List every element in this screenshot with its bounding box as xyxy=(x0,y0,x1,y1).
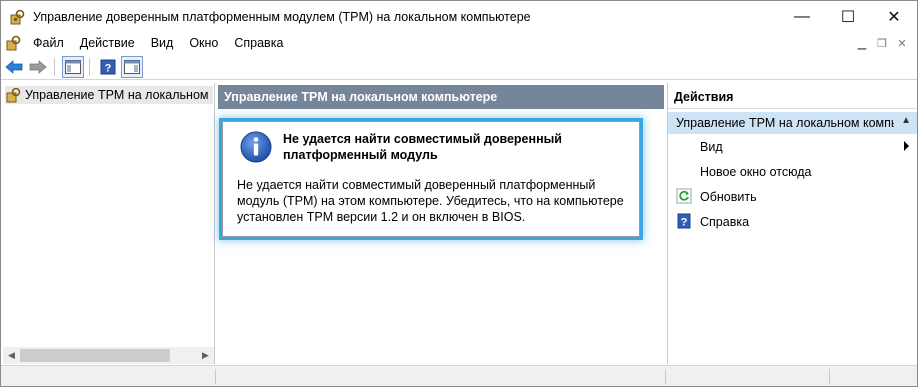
action-view[interactable]: Вид xyxy=(668,134,917,159)
status-separator xyxy=(829,369,830,384)
status-separator xyxy=(665,369,666,384)
menu-window[interactable]: Окно xyxy=(181,32,226,54)
message-title: Не удается найти совместимый доверенный … xyxy=(283,132,562,162)
scroll-right-icon[interactable]: ▶ xyxy=(197,347,214,364)
collapse-up-icon[interactable]: ▲ xyxy=(901,115,911,126)
status-separator xyxy=(215,369,216,384)
tpm-menu-icon[interactable] xyxy=(5,35,21,51)
action-new-window[interactable]: Новое окно отсюда xyxy=(668,159,917,184)
actions-pane: Действия Управление TPM на локальном ком… xyxy=(667,83,917,364)
actions-group-tpm[interactable]: Управление TPM на локальном компьютере ▲ xyxy=(668,112,917,134)
mmc-window: Управление доверенным платформенным моду… xyxy=(0,0,918,387)
submenu-arrow-icon xyxy=(904,141,909,151)
refresh-icon xyxy=(676,188,692,204)
message-body: Не удается найти совместимый доверенный … xyxy=(237,178,624,224)
toolbar-separator xyxy=(54,57,55,76)
back-arrow-icon[interactable] xyxy=(3,56,25,78)
show-hide-action-pane-icon[interactable] xyxy=(121,55,143,78)
actions-header: Действия xyxy=(668,85,917,109)
scroll-thumb[interactable] xyxy=(20,349,170,362)
scroll-left-icon[interactable]: ◀ xyxy=(3,347,20,364)
horizontal-scrollbar[interactable]: ◀ ▶ xyxy=(3,347,214,364)
status-bar xyxy=(1,365,917,386)
toolbar: ? xyxy=(1,54,917,80)
action-refresh-label: Обновить xyxy=(700,189,757,204)
tpm-app-icon xyxy=(10,9,25,24)
menu-help[interactable]: Справка xyxy=(226,32,291,54)
console-tree: Управление TPM на локальном компьютере ◀… xyxy=(3,83,215,364)
actions-group-label: Управление TPM на локальном компьютере xyxy=(676,116,894,130)
tree-node-label: Управление TPM на локальном компьютере xyxy=(25,88,211,102)
action-help[interactable]: ? Справка xyxy=(668,209,917,234)
action-view-label: Вид xyxy=(700,139,723,154)
help-icon[interactable]: ? xyxy=(97,56,119,78)
tree-node-tpm-management[interactable]: Управление TPM на локальном компьютере xyxy=(5,86,213,104)
close-button[interactable]: ✕ xyxy=(871,1,917,32)
info-icon xyxy=(240,131,272,163)
result-pane-header: Управление TPM на локальном компьютере xyxy=(218,85,664,109)
action-refresh[interactable]: Обновить xyxy=(668,184,917,209)
title-bar: Управление доверенным платформенным моду… xyxy=(1,1,917,32)
menu-bar: Файл Действие Вид Окно Справка ▁ ❐ ✕ xyxy=(1,32,917,54)
tpm-error-message-box: Не удается найти совместимый доверенный … xyxy=(222,121,640,237)
forward-arrow-icon[interactable] xyxy=(27,56,49,78)
toolbar-separator xyxy=(89,57,90,76)
action-help-label: Справка xyxy=(700,214,750,229)
mdi-close-icon[interactable]: ✕ xyxy=(893,35,911,51)
tpm-node-icon xyxy=(6,87,21,103)
result-pane: Управление TPM на локальном компьютере Н… xyxy=(218,83,664,364)
svg-text:?: ? xyxy=(681,217,688,229)
minimize-button[interactable]: — xyxy=(779,1,825,32)
maximize-button[interactable]: ☐ xyxy=(825,1,871,32)
help-icon: ? xyxy=(677,213,691,229)
mdi-restore-icon[interactable]: ❐ xyxy=(873,35,891,51)
action-new-window-label: Новое окно отсюда xyxy=(700,164,812,179)
svg-text:?: ? xyxy=(105,62,112,74)
menu-file[interactable]: Файл xyxy=(25,32,72,54)
window-title: Управление доверенным платформенным моду… xyxy=(33,9,531,24)
mdi-minimize-icon[interactable]: ▁ xyxy=(853,35,871,51)
menu-action[interactable]: Действие xyxy=(72,32,143,54)
show-hide-console-tree-icon[interactable] xyxy=(62,55,84,78)
menu-view[interactable]: Вид xyxy=(143,32,182,54)
